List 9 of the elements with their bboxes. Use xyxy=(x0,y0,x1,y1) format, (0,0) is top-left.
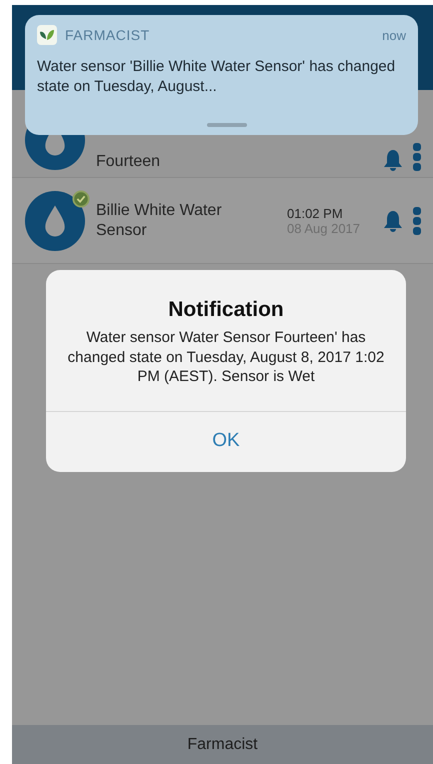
sensor-name: Fourteen xyxy=(96,152,162,171)
dialog-message: Water sensor Water Sensor Fourteen' has changed state on Tuesday, August 8, 2017 1:02 PM (AEST). Sensor is Wet xyxy=(66,328,386,386)
app-name: FARMACIST xyxy=(65,27,151,43)
notification-time: now xyxy=(382,28,406,42)
dialog-title: Notification xyxy=(168,298,284,322)
sensor-time: 01:02 PM xyxy=(287,206,344,220)
sensor-name: Billie White Water Sensor xyxy=(96,201,223,240)
app-title: Farmacist xyxy=(187,736,258,754)
notification-message: Water sensor 'Billie White Water Sensor' has changed state on Tuesday, August... xyxy=(37,57,396,96)
